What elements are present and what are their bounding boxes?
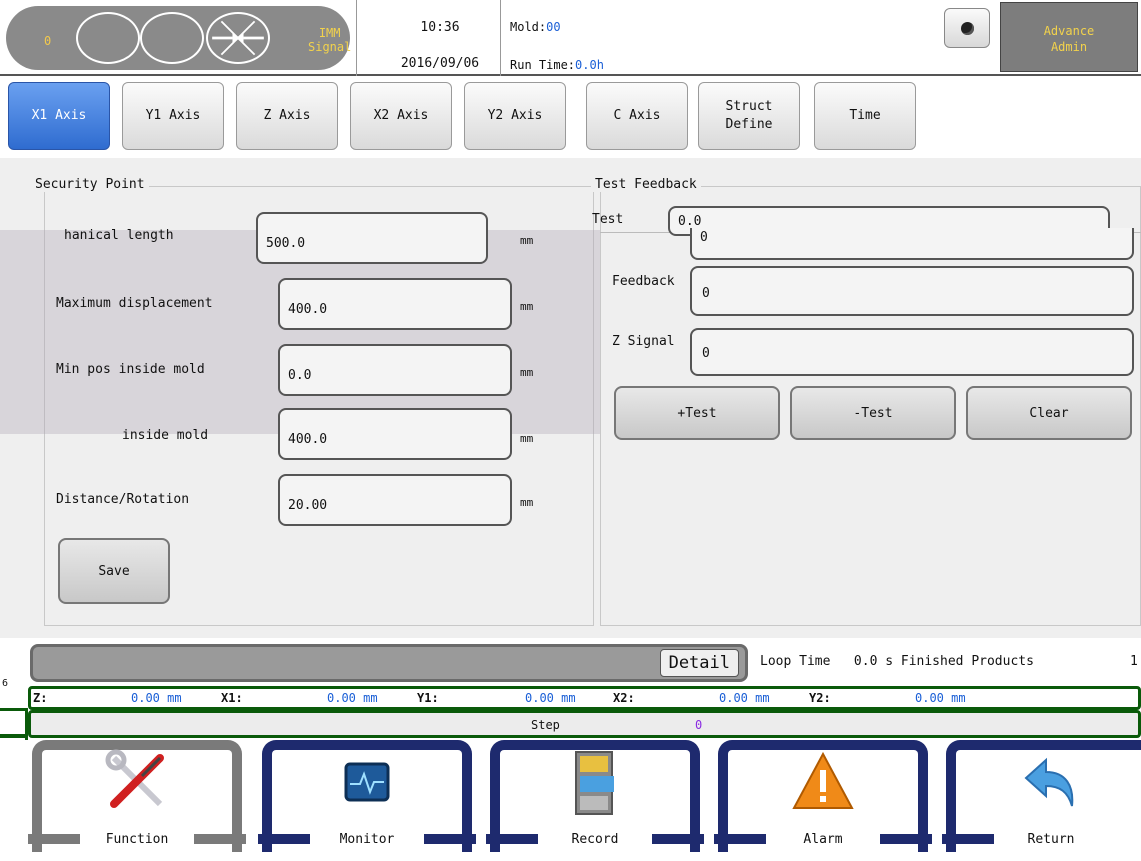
return-arrow-icon [1024, 757, 1074, 807]
clear-button[interactable]: Clear [966, 386, 1132, 440]
axis-x1-value: 0.00 [327, 691, 356, 705]
test-feedback-title: Test Feedback [591, 177, 701, 192]
mechanical-length-field[interactable]: 500.0 [256, 212, 488, 264]
tab-z-axis[interactable]: Z Axis [236, 82, 338, 150]
axis-z-value: 0.00 [131, 691, 160, 705]
tab-y1-axis[interactable]: Y1 Axis [122, 82, 224, 150]
minus-test-button[interactable]: -Test [790, 386, 956, 440]
nav-record-label: Record [571, 832, 619, 847]
monitor-icon [344, 762, 390, 802]
status-count: 0 [44, 34, 52, 48]
nav-alarm-label: Alarm [803, 832, 843, 847]
mold-info: Mold:00 Run Time:0.0h [510, 20, 604, 72]
time-text: 10:36 [420, 20, 460, 35]
distance-rotation-label: Distance/Rotation [56, 492, 190, 507]
z-signal-label: Z Signal [612, 334, 675, 349]
unit-mm: mm [520, 432, 534, 445]
step-value: 0 [695, 718, 703, 732]
test-label: Test [592, 212, 624, 227]
loop-time-text: Loop Time 0.0 s Finished Products [760, 654, 1034, 669]
unit-mm: mm [520, 496, 534, 509]
tab-y2-axis[interactable]: Y2 Axis [464, 82, 566, 150]
nav-return-button[interactable]: Return [942, 740, 1141, 852]
unit-mm: mm [520, 300, 534, 313]
tab-x2-axis[interactable]: X2 Axis [350, 82, 452, 150]
mold-value: 00 [546, 20, 561, 34]
user-login-button[interactable]: Advance Admin [1000, 2, 1138, 72]
nav-function-label: Function [105, 832, 169, 847]
step-bar: Step 0 [28, 710, 1141, 738]
unit-mm: mm [520, 234, 534, 247]
clock: 10:36 2016/09/06 [400, 10, 480, 82]
plus-test-button[interactable]: +Test [614, 386, 780, 440]
maximum-displacement-field[interactable]: 400.0 [278, 278, 512, 330]
nav-return-label: Return [1027, 832, 1075, 847]
axis-y1-readout: Y1: [417, 691, 439, 705]
nav-function-button[interactable]: Function [28, 740, 246, 852]
header-bar: 0 IMM Signal 10:36 2016/09/06 Mold:00 Ru… [0, 0, 1141, 76]
distance-rotation-field[interactable]: 20.00 [278, 474, 512, 526]
nav-monitor-button[interactable]: Monitor [258, 740, 476, 852]
camera-button[interactable] [944, 8, 990, 48]
axis-y2-readout: Y2: [809, 691, 831, 705]
tab-c-axis[interactable]: C Axis [586, 82, 688, 150]
status-circle-icon [76, 12, 140, 64]
warning-icon [792, 751, 854, 809]
signal-status-panel: 0 IMM Signal [6, 6, 352, 70]
camera-icon [961, 22, 974, 35]
nav-record-button[interactable]: Record [486, 740, 704, 852]
security-point-title: Security Point [31, 177, 149, 192]
arrows-inward-icon [206, 12, 270, 64]
finished-products-count: 1 [1130, 654, 1138, 669]
nav-alarm-button[interactable]: Alarm [714, 740, 932, 852]
step-label: Step [531, 718, 560, 732]
side-number: 6 [2, 678, 9, 689]
maximum-displacement-label: Maximum displacement [56, 296, 213, 311]
axis-z-readout: Z: [33, 691, 48, 705]
runtime-value: 0.0h [575, 58, 604, 72]
unit-mm: mm [520, 366, 534, 379]
feedback-label: Feedback [612, 274, 675, 289]
imm-signal-label: IMM Signal [308, 26, 352, 54]
min-pos-inside-mold-field[interactable]: 0.0 [278, 344, 512, 396]
progress-bar: Detail [30, 644, 748, 682]
axis-y1-value: 0.00 [525, 691, 554, 705]
nav-monitor-label: Monitor [339, 832, 395, 847]
date-text: 2016/09/06 [400, 56, 480, 71]
axis-x2-value: 0.00 [719, 691, 748, 705]
z-signal-value-field[interactable]: 0 [690, 328, 1134, 376]
tab-time[interactable]: Time [814, 82, 916, 150]
detail-button[interactable]: Detail [659, 649, 739, 677]
main-panel: Security Point Test Feedback hanical len… [0, 158, 1141, 638]
mechanical-length-label: hanical length [64, 228, 174, 243]
tab-x1-axis[interactable]: X1 Axis [8, 82, 110, 150]
max-pos-inside-mold-label: inside mold [122, 428, 209, 443]
axis-position-bar: Z: 0.00 mm X1: 0.00 mm Y1: 0.00 mm X2: 0… [28, 686, 1141, 710]
bottom-nav: Function Monitor Record Alarm Return [0, 740, 1141, 861]
axis-y2-value: 0.00 [915, 691, 944, 705]
min-pos-inside-mold-label: Min pos inside mold [56, 362, 205, 377]
axis-x2-readout: X2: [613, 691, 635, 705]
max-pos-inside-mold-field[interactable]: 400.0 [278, 408, 512, 460]
test-value-field-lower[interactable]: 0 [690, 228, 1134, 260]
feedback-value-field[interactable]: 0 [690, 266, 1134, 316]
tools-icon [105, 749, 164, 808]
file-cabinet-icon [575, 751, 614, 815]
tab-struct-define[interactable]: Struct Define [698, 82, 800, 150]
save-button[interactable]: Save [58, 538, 170, 604]
status-circle-icon [140, 12, 204, 64]
axis-x1-readout: X1: [221, 691, 243, 705]
